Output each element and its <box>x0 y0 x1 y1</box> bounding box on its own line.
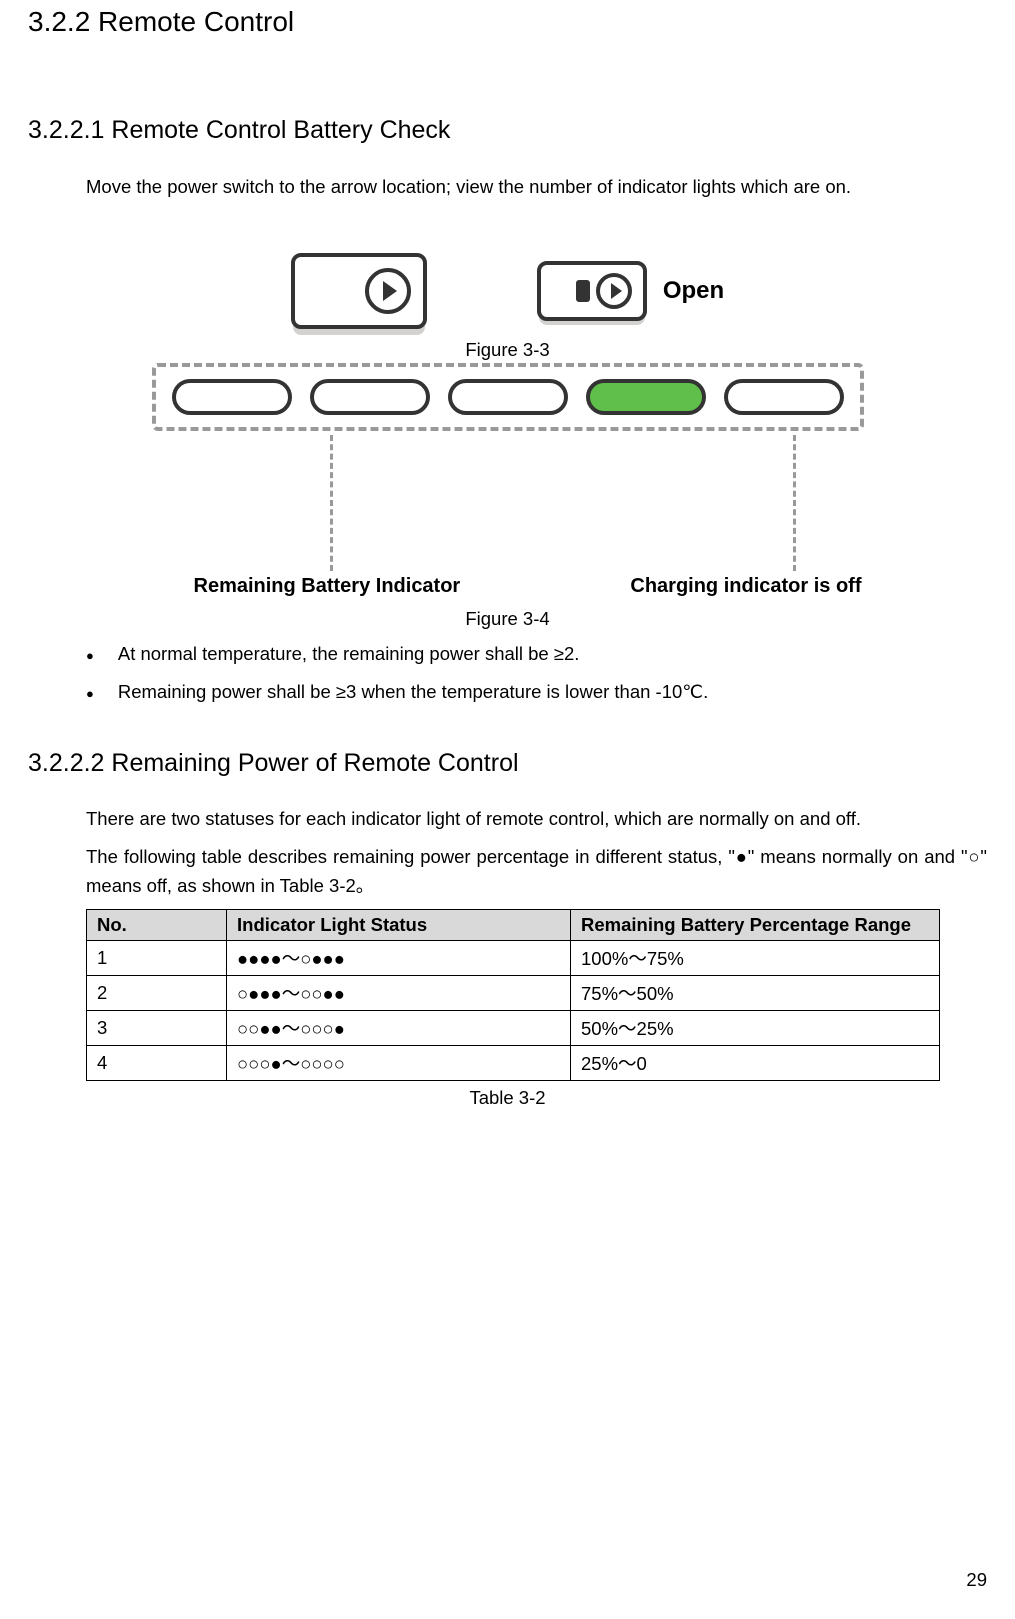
battery-led-1-icon <box>172 379 292 415</box>
table-row: 3 ○○●●～○○○● 50%～25% <box>87 1011 940 1046</box>
th-indicator: Indicator Light Status <box>227 910 571 941</box>
paragraph-table-describe: The following table describes remaining … <box>86 842 987 901</box>
caption-table-3-2: Table 3-2 <box>28 1087 987 1109</box>
caption-figure-3-3: Figure 3-3 <box>28 339 987 361</box>
td-indicator: ○○●●～○○○● <box>227 1011 571 1046</box>
td-range: 75%～50% <box>571 976 940 1011</box>
bullet-item: ● At normal temperature, the remaining p… <box>86 640 987 668</box>
table-3-2: No. Indicator Light Status Remaining Bat… <box>86 909 940 1081</box>
callout-line-right-icon <box>793 435 796 571</box>
battery-led-4-icon <box>586 379 706 415</box>
table-row: 2 ○●●●～○○●● 75%～50% <box>87 976 940 1011</box>
bullet-dot-icon: ● <box>86 640 94 668</box>
paragraph-two-statuses: There are two statuses for each indicato… <box>86 804 987 834</box>
td-no: 3 <box>87 1011 227 1046</box>
paragraph-check-instruction: Move the power switch to the arrow locat… <box>86 173 987 201</box>
figure-3-3: Open <box>28 253 987 329</box>
charging-led-icon <box>724 379 844 415</box>
battery-led-2-icon <box>310 379 430 415</box>
th-range: Remaining Battery Percentage Range <box>571 910 940 941</box>
bullet-dot-icon: ● <box>86 678 94 706</box>
figure-3-4: Remaining Battery Indicator Charging ind… <box>28 363 987 598</box>
table-row: 1 ●●●●～○●●● 100%～75% <box>87 941 940 976</box>
heading-3-2-2: 3.2.2 Remote Control <box>28 6 987 38</box>
battery-led-3-icon <box>448 379 568 415</box>
callout-line-left-icon <box>330 435 333 571</box>
td-no: 2 <box>87 976 227 1011</box>
th-no: No. <box>87 910 227 941</box>
td-no: 4 <box>87 1046 227 1081</box>
td-range: 50%～25% <box>571 1011 940 1046</box>
table-header-row: No. Indicator Light Status Remaining Bat… <box>87 910 940 941</box>
bullet-item: ● Remaining power shall be ≥3 when the t… <box>86 678 987 706</box>
heading-3-2-2-2: 3.2.2.2 Remaining Power of Remote Contro… <box>28 749 987 778</box>
bullet-text: At normal temperature, the remaining pow… <box>118 640 580 668</box>
td-indicator: ○●●●～○○●● <box>227 976 571 1011</box>
power-switch-open-icon <box>537 261 647 321</box>
heading-3-2-2-1: 3.2.2.1 Remote Control Battery Check <box>28 116 987 145</box>
caption-figure-3-4: Figure 3-4 <box>28 608 987 630</box>
td-range: 25%～0 <box>571 1046 940 1081</box>
power-switch-closed-icon <box>291 253 427 329</box>
open-label: Open <box>663 277 724 305</box>
charging-indicator-off-label: Charging indicator is off <box>630 575 861 598</box>
page-number: 29 <box>966 1569 987 1591</box>
td-indicator: ○○○●～○○○○ <box>227 1046 571 1081</box>
td-indicator: ●●●●～○●●● <box>227 941 571 976</box>
bullet-list: ● At normal temperature, the remaining p… <box>86 640 987 706</box>
remaining-battery-indicator-label: Remaining Battery Indicator <box>194 575 461 598</box>
bullet-text: Remaining power shall be ≥3 when the tem… <box>118 678 708 706</box>
td-no: 1 <box>87 941 227 976</box>
td-range: 100%～75% <box>571 941 940 976</box>
table-row: 4 ○○○●～○○○○ 25%～0 <box>87 1046 940 1081</box>
